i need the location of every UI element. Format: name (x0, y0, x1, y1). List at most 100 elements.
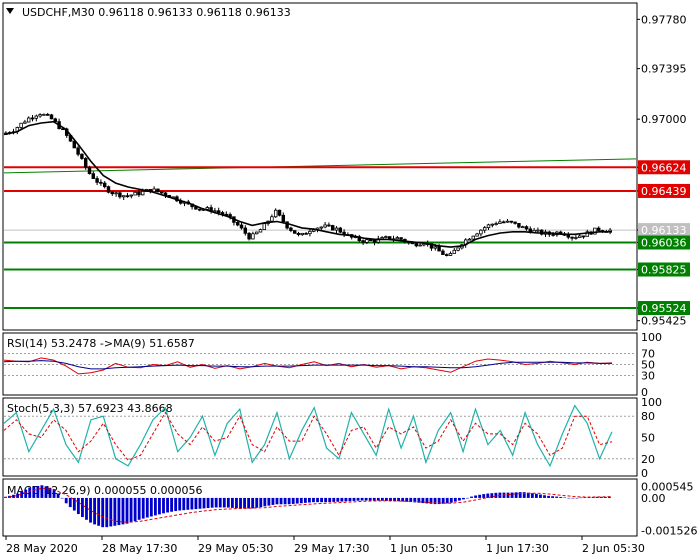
macd-histogram-bar (445, 497, 449, 504)
macd-histogram-bar (340, 497, 344, 502)
macd-histogram-bar (539, 494, 542, 498)
macd-histogram-bar (32, 486, 36, 498)
macd-histogram-bar (514, 492, 518, 498)
x-tick-label: 2 Jun 05:30 (582, 542, 645, 555)
candle-body (262, 223, 267, 230)
macd-histogram-bar (494, 492, 498, 498)
macd-histogram-bar (178, 497, 182, 511)
macd-histogram-bar (291, 497, 295, 504)
stoch-y-tick-label: 50 (641, 432, 655, 445)
candle-body (72, 140, 77, 149)
candle-body (258, 229, 263, 233)
macd-histogram-bar (68, 497, 72, 508)
candle-body (509, 220, 514, 223)
candle-body (49, 114, 54, 120)
macd-histogram-bar (28, 487, 32, 498)
macd-histogram-bar (510, 492, 514, 498)
candle-body (437, 246, 441, 252)
macd-histogram-bar (198, 497, 202, 509)
candle-body (251, 233, 255, 240)
candle-body (34, 115, 39, 119)
macd-histogram-bar (312, 497, 315, 503)
macd-histogram-bar (376, 497, 380, 501)
candle-body (247, 232, 251, 240)
macd-histogram-bar (555, 496, 559, 498)
candle-body (45, 113, 50, 116)
candle-body (76, 147, 80, 155)
macd-histogram-bar (218, 497, 222, 508)
macd-histogram-bar (474, 495, 478, 498)
y-tick-label: 0.97780 (641, 13, 687, 26)
macd-histogram-bar (453, 497, 457, 502)
macd-title: MACD(12,26,9) 0.000055 0.000056 (7, 484, 203, 497)
macd-histogram-bar (97, 497, 101, 526)
macd-histogram-bar (462, 497, 465, 500)
macd-histogram-bar (214, 497, 218, 508)
macd-histogram-bar (174, 497, 178, 512)
macd-histogram-bar (543, 495, 546, 498)
candle-body (140, 190, 145, 196)
macd-histogram-bar (186, 497, 190, 510)
macd-histogram-bar (129, 497, 133, 523)
candle-body (23, 121, 27, 124)
y-tick-label: 0.95425 (641, 315, 687, 328)
candle-body (380, 237, 384, 240)
candle-body (456, 247, 460, 251)
macd-histogram-bar (518, 492, 522, 498)
candle-body (330, 225, 335, 231)
y-tick-label: 0.97395 (641, 63, 687, 76)
macd-histogram-bar (133, 497, 137, 522)
candle-body (566, 234, 571, 238)
candle-body (418, 244, 422, 247)
macd-histogram-bar (40, 485, 44, 498)
macd-histogram-bar (372, 497, 376, 501)
candle-body (42, 113, 46, 116)
candle-body (91, 173, 96, 179)
stoch-title: Stoch(5,3,3) 57.6923 43.8668 (7, 402, 173, 415)
x-tick-label: 1 Jun 17:30 (486, 542, 549, 555)
candle-body (577, 235, 582, 238)
candle-body (304, 232, 308, 235)
candle-body (520, 226, 525, 229)
trading-chart: USDCHF,M30 0.96118 0.96133 0.96118 0.961… (0, 0, 700, 560)
candle-body (277, 209, 282, 216)
macd-histogram-bar (64, 497, 68, 504)
macd-histogram-bar (320, 497, 323, 503)
candle-body (505, 220, 510, 223)
macd-histogram-bar (348, 497, 352, 502)
macd-histogram-bar (182, 497, 186, 511)
rsi-y-tick-label: 30 (641, 370, 655, 383)
candle-body (308, 230, 312, 235)
main-title: USDCHF,M30 0.96118 0.96133 0.96118 0.961… (22, 6, 291, 19)
candle-body (365, 239, 369, 243)
macd-histogram-bar (243, 497, 246, 509)
candle-body (205, 207, 210, 210)
candle-body (99, 181, 103, 184)
candle-body (536, 229, 540, 232)
candle-body (596, 227, 601, 231)
candle-body (319, 226, 324, 229)
macd-histogram-bar (170, 497, 174, 512)
macd-histogram-bar (226, 497, 230, 508)
candle-body (243, 227, 248, 234)
macd-histogram-bar (105, 497, 109, 528)
candle-body (133, 191, 137, 196)
stoch-y-tick-label: 0 (641, 467, 648, 480)
macd-histogram-bar (206, 497, 210, 509)
candle-body (327, 224, 331, 227)
candle-body (289, 227, 293, 231)
candle-body (501, 221, 506, 224)
macd-histogram-bar (36, 485, 40, 498)
macd-histogram-bar (145, 497, 149, 518)
macd-histogram-bar (534, 493, 538, 498)
macd-histogram-bar (275, 497, 279, 505)
y-tick-label: 0.96133 (641, 224, 687, 237)
macd-y-tick-label: -0.001526 (641, 524, 697, 537)
candle-body (471, 235, 476, 240)
macd-histogram-bar (571, 497, 575, 499)
candle-body (395, 237, 400, 240)
candle-body (129, 194, 134, 197)
candle-body (479, 229, 483, 235)
macd-histogram-bar (530, 493, 534, 498)
y-tick-label: 0.96036 (641, 237, 687, 250)
